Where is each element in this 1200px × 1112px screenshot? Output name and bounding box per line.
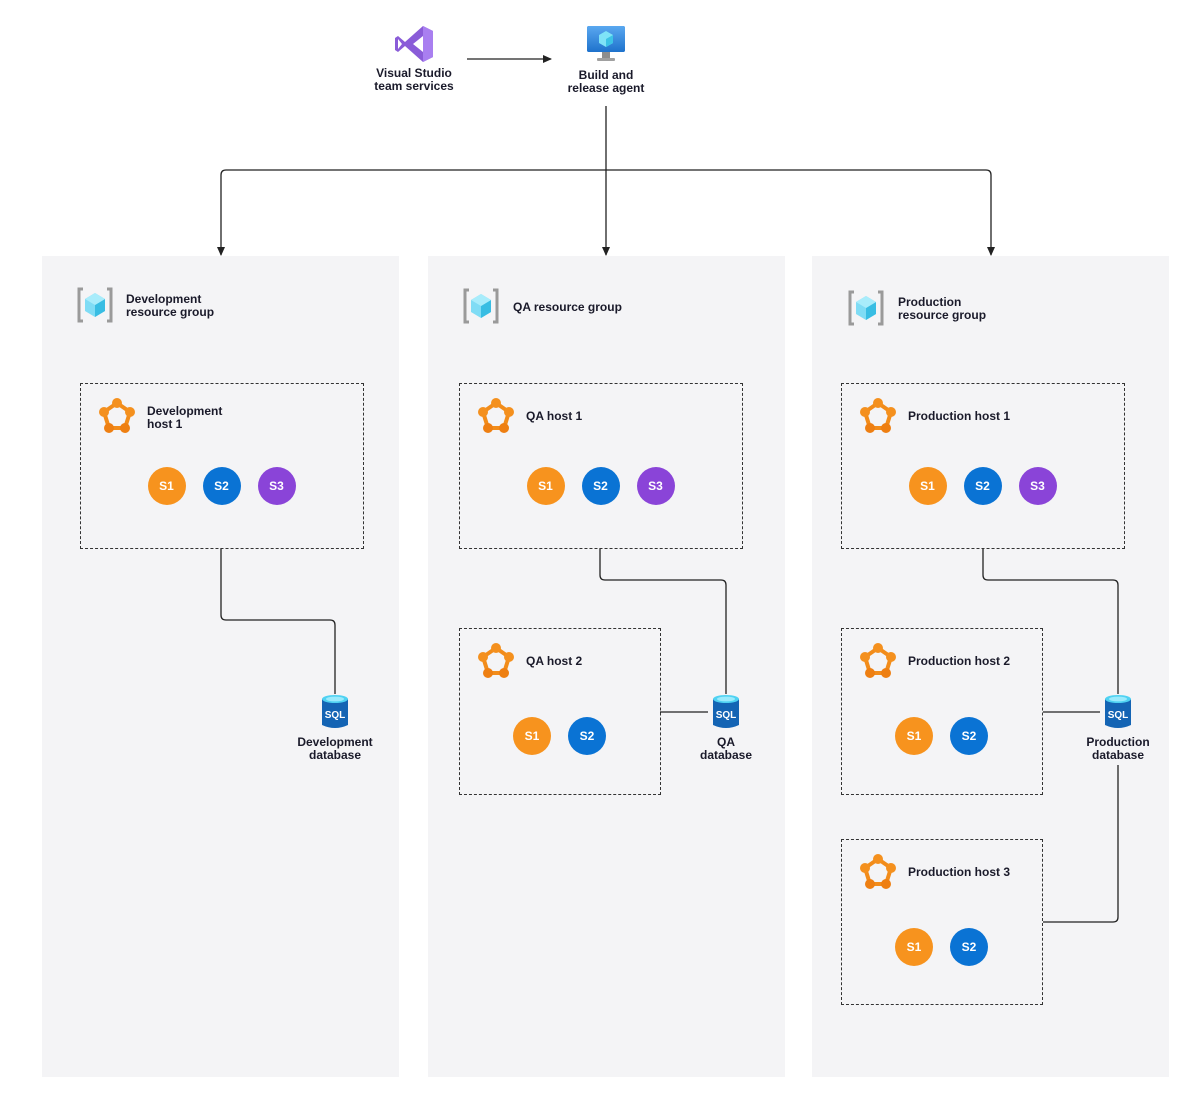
arrow-agent-to-production: [606, 169, 995, 256]
agent-label-line2: release agent: [567, 81, 645, 95]
service-s1: S1: [895, 928, 933, 966]
svg-text:SQL: SQL: [325, 710, 346, 721]
database-label-line2: database: [308, 748, 362, 762]
host-cluster-icon: [858, 397, 898, 442]
service-s1: S1: [147, 467, 186, 505]
sql-database-icon: SQL: [320, 694, 350, 730]
group-title-line2: resource group: [126, 305, 215, 319]
host-label: QA host 2: [526, 655, 582, 668]
database-label: QA database: [666, 736, 786, 762]
resource-group-icon: [462, 288, 500, 329]
service-s2: S2: [963, 467, 1002, 505]
qa-group-title: QA resource group: [513, 301, 622, 314]
host-label-line1: Production host 1: [908, 409, 1010, 423]
host-box: Development host 1 S1 S2 S3: [80, 383, 364, 549]
database-label: Production database: [1058, 736, 1178, 762]
vsts-label: Visual Studio team services: [354, 67, 474, 93]
svg-text:SQL: SQL: [1108, 710, 1129, 721]
host-cluster-icon: [476, 642, 516, 687]
link-prod-host3-to-db: [1043, 765, 1119, 923]
host-label: Development host 1: [147, 405, 222, 431]
host-box: Production host 1 S1 S2 S3: [841, 383, 1125, 549]
service-s1: S1: [513, 717, 551, 755]
vsts-label-line2: team services: [374, 79, 454, 93]
qa-database: SQL QA database: [666, 694, 786, 762]
svg-text:SQL: SQL: [716, 710, 737, 721]
host-label-line1: Production host 2: [908, 654, 1010, 668]
link-dev-host1-to-db: [220, 548, 336, 694]
host-label: Production host 2: [908, 655, 1010, 668]
service-s2: S2: [950, 717, 988, 755]
service-s2: S2: [202, 467, 241, 505]
visual-studio-icon: [393, 24, 435, 64]
host-cluster-icon: [476, 397, 516, 442]
monitor-vm-icon: [586, 25, 626, 65]
database-label-line2: database: [699, 748, 753, 762]
service-s1: S1: [908, 467, 947, 505]
production-group-title: Production resource group: [898, 296, 986, 322]
database-label: Development database: [275, 736, 395, 762]
host-label-line1: Production host 3: [908, 865, 1010, 879]
resource-group-icon: [847, 290, 885, 331]
service-s3: S3: [1018, 467, 1057, 505]
service-s3: S3: [636, 467, 675, 505]
host-label: QA host 1: [526, 410, 582, 423]
database-label-line2: database: [1091, 748, 1145, 762]
host-cluster-icon: [97, 397, 137, 442]
service-s2: S2: [950, 928, 988, 966]
service-s1: S1: [526, 467, 565, 505]
service-s1: S1: [895, 717, 933, 755]
agent-label: Build and release agent: [546, 69, 666, 95]
host-box: QA host 2 S1 S2: [459, 628, 661, 795]
host-label: Production host 1: [908, 410, 1010, 423]
service-s3: S3: [257, 467, 296, 505]
sql-database-icon: SQL: [1103, 694, 1133, 730]
host-label: Production host 3: [908, 866, 1010, 879]
service-s2: S2: [581, 467, 620, 505]
host-box: Production host 2 S1 S2: [841, 628, 1043, 795]
group-title-line2: resource group: [898, 308, 987, 322]
host-cluster-icon: [858, 642, 898, 687]
host-label-line2: host 1: [147, 417, 183, 431]
host-box: QA host 1 S1 S2 S3: [459, 383, 743, 549]
development-database: SQL Development database: [275, 694, 395, 762]
host-cluster-icon: [858, 853, 898, 898]
arrow-agent-to-development: [217, 169, 606, 256]
production-database: SQL Production database: [1058, 694, 1178, 762]
group-title-line1: QA resource group: [513, 300, 622, 314]
host-label-line1: QA host 2: [526, 654, 583, 668]
sql-database-icon: SQL: [711, 694, 741, 730]
host-box: Production host 3 S1 S2: [841, 839, 1043, 1005]
resource-group-icon: [76, 287, 114, 328]
host-label-line1: QA host 1: [526, 409, 583, 423]
service-s2: S2: [568, 717, 606, 755]
development-group-title: Development resource group: [126, 293, 214, 319]
